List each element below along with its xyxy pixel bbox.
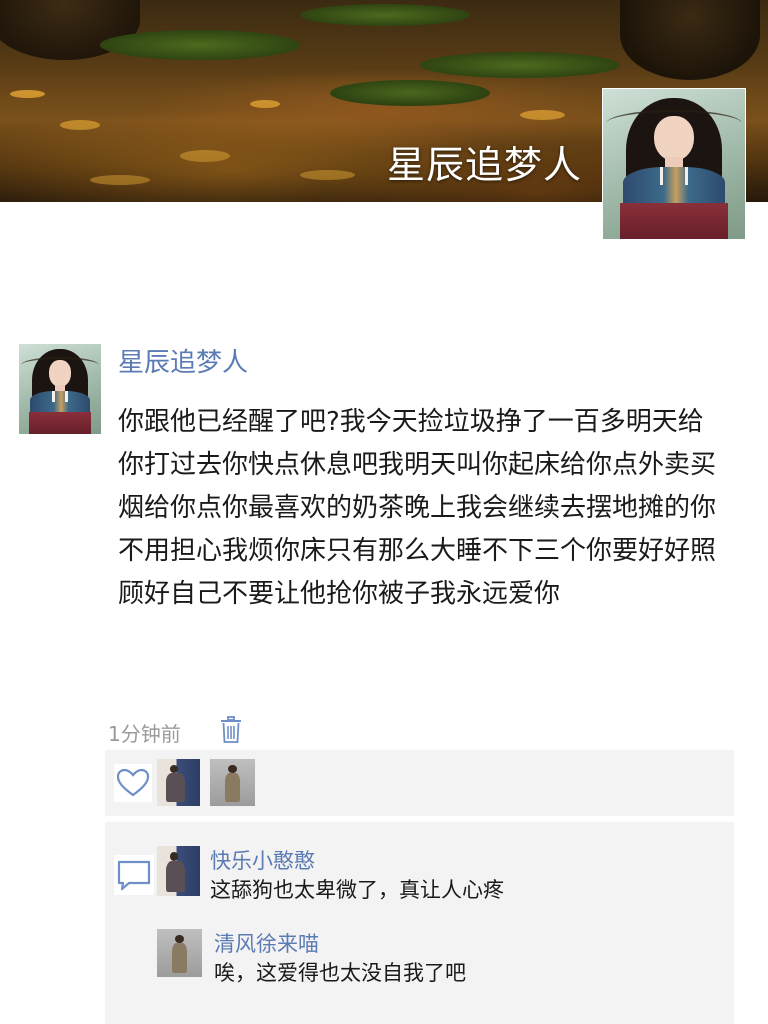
comment-avatar-2[interactable] xyxy=(157,929,202,977)
moments-page: 星辰追梦人 星辰追梦人 你跟他已经醒了吧?我今天捡垃圾挣了一百多明天给你打过去你… xyxy=(0,0,768,1024)
profile-avatar[interactable] xyxy=(602,88,746,240)
comment-text-1: 这舔狗也太卑微了，真让人心疼 xyxy=(210,878,504,902)
comment-author-2[interactable]: 清风徐来喵 xyxy=(214,928,319,958)
comment-button[interactable] xyxy=(114,855,154,895)
trash-icon xyxy=(221,716,241,743)
heart-icon xyxy=(114,764,152,802)
comment-text-2: 唉，这爱得也太没自我了吧 xyxy=(214,961,466,985)
post-author-avatar[interactable] xyxy=(19,344,101,434)
post-content: 你跟他已经醒了吧?我今天捡垃圾挣了一百多明天给你打过去你快点休息吧我明天叫你起床… xyxy=(118,407,717,609)
post-timestamp: 1分钟前 xyxy=(108,722,181,746)
cover-user-name[interactable]: 星辰追梦人 xyxy=(387,134,582,189)
delete-button[interactable] xyxy=(219,716,243,744)
like-button[interactable] xyxy=(114,764,152,802)
liker-avatar-2[interactable] xyxy=(210,759,255,806)
comment-icon xyxy=(114,855,154,895)
liker-avatar-1[interactable] xyxy=(157,759,200,806)
comment-author-1[interactable]: 快乐小憨憨 xyxy=(210,845,315,875)
post-author-name[interactable]: 星辰追梦人 xyxy=(118,342,248,379)
comment-avatar-1[interactable] xyxy=(157,846,200,896)
